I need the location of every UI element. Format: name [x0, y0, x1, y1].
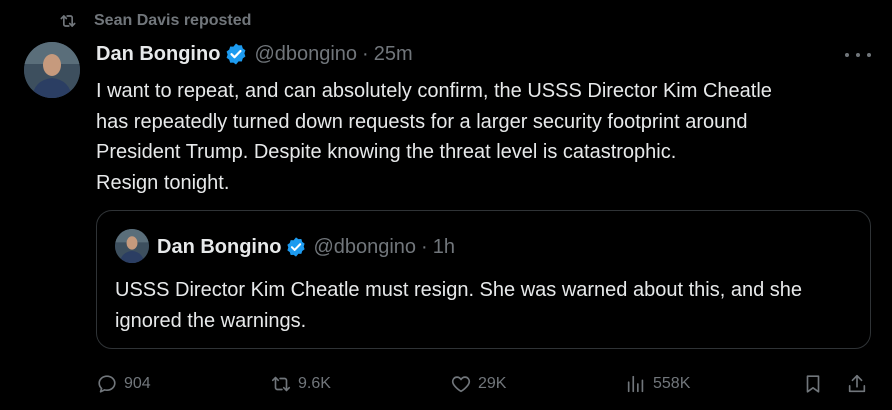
verified-badge-icon — [287, 237, 306, 257]
bookmark-button[interactable] — [802, 370, 830, 398]
action-bar: 904 9.6K 29K 558K — [0, 370, 892, 398]
quoted-avatar — [115, 229, 149, 263]
more-icon-dot — [856, 53, 860, 57]
quoted-avatar-image — [115, 229, 149, 263]
reply-icon — [98, 375, 116, 393]
quoted-timestamp: 1h — [432, 235, 455, 258]
views-count: 558K — [653, 375, 691, 392]
like-button[interactable]: 29K — [450, 370, 506, 398]
quoted-header: Dan Bongino @dbongino · 1h — [157, 234, 455, 260]
repost-icon — [271, 376, 291, 392]
like-count: 29K — [478, 375, 507, 392]
views-chart-icon — [627, 375, 644, 393]
bookmark-icon — [806, 375, 820, 393]
quoted-author-handle: @dbongino — [313, 235, 417, 258]
repost-button[interactable]: 9.6K — [270, 370, 331, 398]
share-icon — [848, 374, 866, 393]
repost-count: 9.6K — [298, 375, 331, 392]
views-button[interactable]: 558K — [625, 370, 690, 398]
share-button[interactable] — [846, 370, 874, 398]
repost-icon — [60, 15, 76, 27]
avatar-image — [24, 42, 80, 98]
author-handle[interactable]: @dbongino — [254, 43, 357, 66]
repost-banner[interactable]: Sean Davis reposted — [58, 10, 251, 32]
quoted-tweet-text: USSS Director Kim Cheatle must resign. S… — [115, 279, 802, 332]
heart-icon — [451, 376, 471, 393]
verified-badge-icon — [227, 43, 246, 65]
quoted-author-name: Dan Bongino — [157, 235, 282, 258]
quoted-tweet[interactable]: Dan Bongino @dbongino · 1h USSS Director… — [96, 210, 871, 349]
repost-banner-text: Sean Davis reposted — [94, 12, 252, 29]
more-icon-dot — [845, 53, 849, 57]
separator-dot: · — [362, 42, 369, 65]
author-name[interactable]: Dan Bongino — [96, 43, 220, 66]
tweet-text: I want to repeat, and can absolutely con… — [96, 80, 772, 194]
avatar[interactable] — [24, 42, 80, 98]
tweet-header: Dan Bongino @dbongino · 25m — [96, 41, 413, 67]
reply-count: 904 — [124, 375, 151, 392]
separator-dot: · — [421, 235, 428, 258]
reply-button[interactable]: 904 — [96, 370, 151, 398]
more-options-button[interactable] — [845, 45, 871, 65]
more-icon-dot — [867, 53, 871, 57]
tweet-timestamp[interactable]: 25m — [374, 43, 413, 66]
